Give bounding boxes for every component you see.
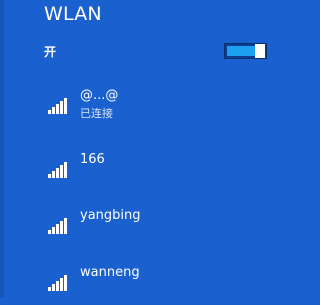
wlan-toggle-knob[interactable] xyxy=(255,44,265,58)
wifi-signal-icon xyxy=(48,275,67,291)
network-item-1[interactable]: @...@ 已连接 xyxy=(0,86,300,128)
panel-title: WLAN xyxy=(44,3,102,25)
network-ssid: @...@ xyxy=(80,88,119,103)
network-item-4[interactable]: wanneng xyxy=(0,263,300,305)
panel-edge xyxy=(0,0,4,297)
network-item-3[interactable]: yangbing xyxy=(0,206,300,248)
network-ssid: 166 xyxy=(80,152,105,167)
network-status: 已连接 xyxy=(80,107,113,120)
network-ssid: yangbing xyxy=(80,208,141,223)
wifi-signal-icon xyxy=(48,98,67,114)
wifi-signal-icon xyxy=(48,218,67,234)
wlan-toggle[interactable] xyxy=(224,43,267,59)
wlan-toggle-label: 开 xyxy=(44,45,57,59)
network-ssid: wanneng xyxy=(80,265,140,280)
network-item-2[interactable]: 166 xyxy=(0,150,300,192)
wlan-toggle-fill xyxy=(227,46,255,56)
wifi-signal-icon xyxy=(48,162,67,178)
wlan-panel: WLAN 开 @...@ 已连接 166 yangbing wanneng xyxy=(0,0,300,297)
